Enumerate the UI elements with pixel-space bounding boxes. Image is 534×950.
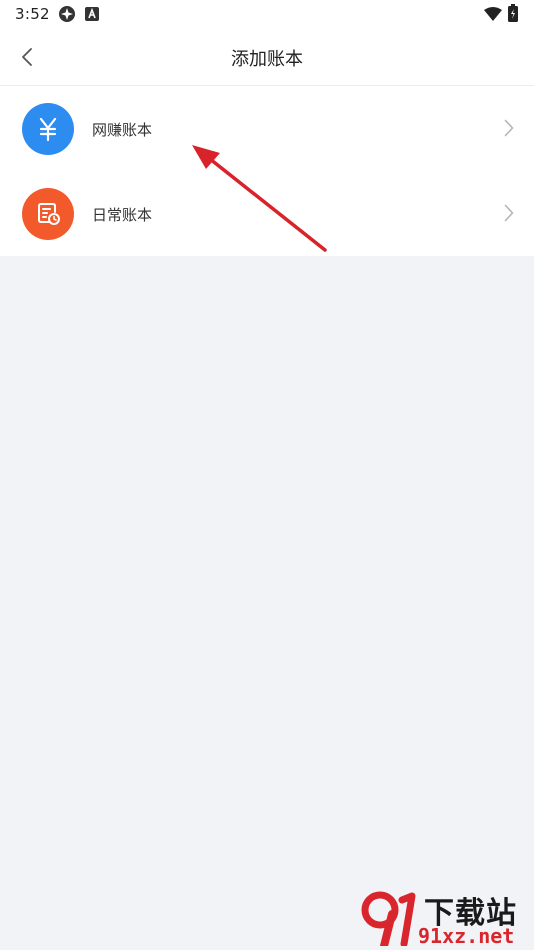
yen-icon bbox=[22, 103, 74, 155]
battery-icon bbox=[508, 4, 518, 26]
list-item-label: 网赚账本 bbox=[92, 121, 153, 139]
a-notification-icon bbox=[85, 6, 99, 25]
app-notification-icon bbox=[58, 5, 76, 27]
91-logo-icon bbox=[361, 891, 416, 946]
status-time: 3:52 bbox=[15, 5, 50, 23]
list-item-daily-ledger[interactable]: 日常账本 bbox=[0, 171, 534, 256]
chevron-right-icon bbox=[504, 119, 514, 141]
status-bar: 3:52 bbox=[0, 0, 534, 28]
watermark-url: 91xz.net bbox=[418, 924, 515, 948]
list-item-label: 日常账本 bbox=[92, 206, 153, 224]
list-item-online-earning-ledger[interactable]: 网赚账本 bbox=[0, 86, 534, 172]
watermark-logo: 下载站 91xz.net bbox=[358, 888, 530, 948]
ledger-type-list: 网赚账本 日常账本 bbox=[0, 86, 534, 256]
wifi-icon bbox=[484, 6, 502, 25]
page-title: 添加账本 bbox=[231, 49, 303, 70]
nav-bar: 添加账本 bbox=[0, 28, 534, 86]
chevron-right-icon bbox=[504, 204, 514, 226]
ledger-clock-icon bbox=[22, 188, 74, 240]
